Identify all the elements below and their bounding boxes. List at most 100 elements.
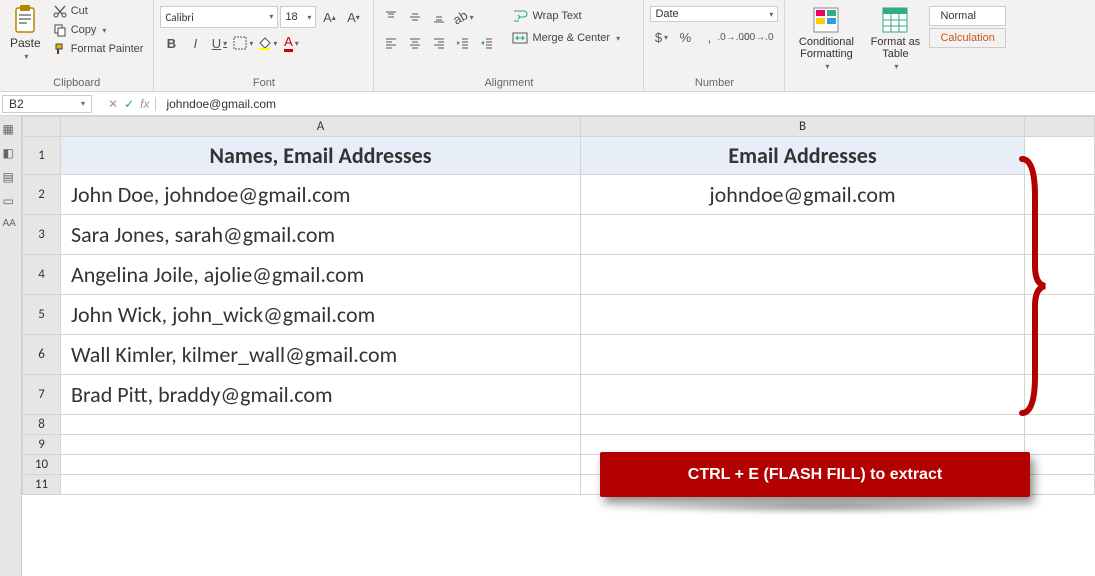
align-top-button[interactable] bbox=[380, 6, 402, 28]
row-header[interactable]: 4 bbox=[23, 255, 61, 295]
chevron-down-icon: ▾ bbox=[616, 34, 620, 43]
name-box[interactable]: B2▾ bbox=[2, 95, 92, 113]
font-size-dropdown[interactable]: 18▾ bbox=[280, 6, 316, 28]
cut-button[interactable]: Cut bbox=[49, 2, 148, 20]
strip-icon[interactable]: ◧ bbox=[3, 146, 19, 162]
merge-icon bbox=[512, 30, 528, 46]
align-center-button[interactable] bbox=[404, 32, 426, 54]
cell[interactable]: Angelina Joile, ajolie@gmail.com bbox=[61, 255, 581, 295]
cell-style-normal[interactable]: Normal bbox=[929, 6, 1005, 26]
group-label-clipboard: Clipboard bbox=[6, 75, 147, 91]
align-right-button[interactable] bbox=[428, 32, 450, 54]
cell[interactable] bbox=[581, 415, 1025, 435]
conditional-formatting-label: Conditional Formatting bbox=[795, 36, 857, 60]
currency-button[interactable]: $▾ bbox=[650, 26, 672, 48]
increase-font-button[interactable]: A▴ bbox=[318, 6, 340, 28]
strip-icon[interactable]: ▦ bbox=[3, 122, 19, 138]
border-button[interactable]: ▾ bbox=[232, 32, 254, 54]
cell[interactable] bbox=[581, 255, 1025, 295]
column-header[interactable] bbox=[1025, 117, 1095, 137]
number-format-value: Date bbox=[655, 8, 678, 20]
row-header[interactable]: 8 bbox=[23, 415, 61, 435]
copy-button[interactable]: Copy▾ bbox=[49, 21, 148, 39]
scissors-icon bbox=[53, 4, 67, 18]
group-font: Calibri▾ 18▾ A▴ A▾ B I U▾ ▾ ▾ A▾ Font bbox=[154, 0, 374, 91]
align-center-icon bbox=[408, 36, 422, 50]
format-painter-label: Format Painter bbox=[71, 43, 144, 55]
cell[interactable] bbox=[61, 455, 581, 475]
cell[interactable]: Wall Kimler, kilmer_wall@gmail.com bbox=[61, 335, 581, 375]
conditional-formatting-button[interactable]: Conditional Formatting▾ bbox=[791, 4, 861, 73]
italic-button[interactable]: I bbox=[184, 32, 206, 54]
cell[interactable] bbox=[61, 415, 581, 435]
column-header[interactable]: A bbox=[61, 117, 581, 137]
cell[interactable]: Email Addresses bbox=[581, 137, 1025, 175]
decrease-indent-icon bbox=[456, 36, 470, 50]
paste-button[interactable]: Paste▾ bbox=[6, 2, 45, 63]
strip-icon[interactable]: ▤ bbox=[3, 170, 19, 186]
cell[interactable]: John Doe, johndoe@gmail.com bbox=[61, 175, 581, 215]
strip-icon[interactable]: AA bbox=[3, 218, 19, 234]
cancel-icon[interactable]: ✕ bbox=[108, 97, 118, 111]
row-header[interactable]: 11 bbox=[23, 475, 61, 495]
format-painter-button[interactable]: Format Painter bbox=[49, 40, 148, 58]
row-header[interactable]: 9 bbox=[23, 435, 61, 455]
align-right-icon bbox=[432, 36, 446, 50]
fx-icon[interactable]: fx bbox=[140, 97, 149, 111]
orientation-button[interactable]: ab▾ bbox=[452, 6, 474, 28]
number-format-dropdown[interactable]: Date▾ bbox=[650, 6, 778, 22]
formula-value[interactable]: johndoe@gmail.com bbox=[156, 97, 286, 111]
cell[interactable] bbox=[581, 335, 1025, 375]
cell[interactable] bbox=[1025, 435, 1095, 455]
row-header[interactable]: 3 bbox=[23, 215, 61, 255]
chevron-down-icon: ▾ bbox=[269, 12, 273, 22]
merge-center-button[interactable]: Merge & Center▾ bbox=[508, 28, 624, 48]
cell[interactable]: johndoe@gmail.com bbox=[581, 175, 1025, 215]
align-bottom-button[interactable] bbox=[428, 6, 450, 28]
cell[interactable] bbox=[1025, 475, 1095, 495]
increase-indent-icon bbox=[480, 36, 494, 50]
format-as-table-button[interactable]: Format as Table▾ bbox=[865, 4, 925, 73]
row-header[interactable]: 7 bbox=[23, 375, 61, 415]
enter-icon[interactable]: ✓ bbox=[124, 97, 134, 111]
column-header[interactable]: B bbox=[581, 117, 1025, 137]
select-all-corner[interactable] bbox=[23, 117, 61, 137]
cell[interactable]: Names, Email Addresses bbox=[61, 137, 581, 175]
percent-button[interactable]: % bbox=[674, 26, 696, 48]
bold-button[interactable]: B bbox=[160, 32, 182, 54]
decrease-indent-button[interactable] bbox=[452, 32, 474, 54]
align-left-button[interactable] bbox=[380, 32, 402, 54]
row-header[interactable]: 10 bbox=[23, 455, 61, 475]
row-header[interactable]: 6 bbox=[23, 335, 61, 375]
row-header[interactable]: 1 bbox=[23, 137, 61, 175]
cell[interactable] bbox=[1025, 455, 1095, 475]
font-color-button[interactable]: A▾ bbox=[280, 32, 302, 54]
increase-indent-button[interactable] bbox=[476, 32, 498, 54]
cell[interactable] bbox=[581, 375, 1025, 415]
fill-color-button[interactable]: ▾ bbox=[256, 32, 278, 54]
group-label-font: Font bbox=[160, 75, 367, 91]
cell[interactable] bbox=[1025, 415, 1095, 435]
group-label-number: Number bbox=[650, 75, 778, 91]
decrease-font-button[interactable]: A▾ bbox=[342, 6, 364, 28]
cell[interactable]: John Wick, john_wick@gmail.com bbox=[61, 295, 581, 335]
align-middle-button[interactable] bbox=[404, 6, 426, 28]
decrease-decimal-button[interactable]: .00→.0 bbox=[746, 26, 768, 48]
cell[interactable] bbox=[581, 215, 1025, 255]
bucket-icon bbox=[257, 36, 271, 50]
copy-icon bbox=[53, 23, 67, 37]
cell[interactable] bbox=[61, 435, 581, 455]
cell[interactable] bbox=[61, 475, 581, 495]
cell[interactable] bbox=[581, 295, 1025, 335]
spreadsheet-grid: A B 1 Names, Email Addresses Email Addre… bbox=[22, 116, 1095, 576]
cell-style-calculation[interactable]: Calculation bbox=[929, 28, 1005, 48]
wrap-text-button[interactable]: Wrap Text bbox=[508, 6, 624, 26]
row-header[interactable]: 2 bbox=[23, 175, 61, 215]
cell[interactable]: Brad Pitt, braddy@gmail.com bbox=[61, 375, 581, 415]
font-name-dropdown[interactable]: Calibri▾ bbox=[160, 6, 278, 28]
strip-icon[interactable]: ▭ bbox=[3, 194, 19, 210]
callout-shadow bbox=[608, 500, 1038, 514]
row-header[interactable]: 5 bbox=[23, 295, 61, 335]
cell[interactable]: Sara Jones, sarah@gmail.com bbox=[61, 215, 581, 255]
underline-button[interactable]: U▾ bbox=[208, 32, 230, 54]
